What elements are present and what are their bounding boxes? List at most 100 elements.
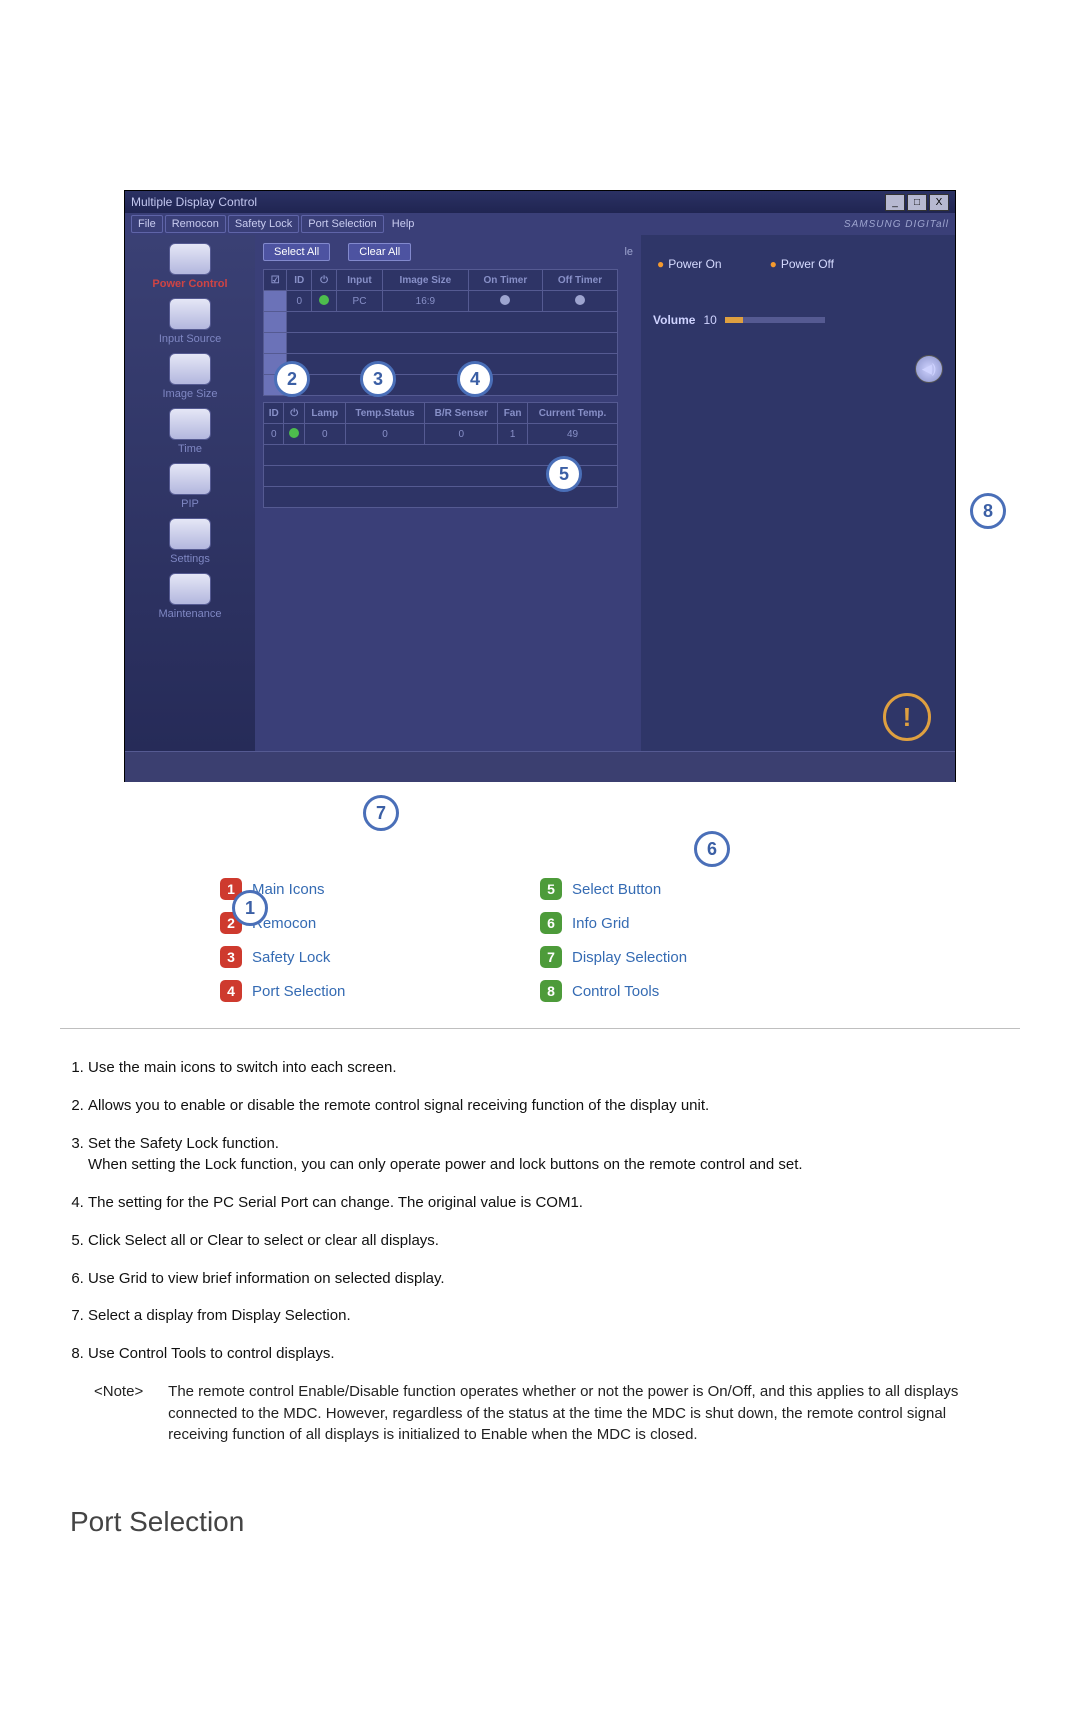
note-4: The setting for the PC Serial Port can c… [88, 1192, 1020, 1214]
sidebar-item-pip[interactable]: PIP [125, 463, 255, 510]
legend-select-button: Select Button [572, 881, 661, 898]
sidebar: Power Control Input Source Image Size Ti… [125, 235, 255, 751]
pip-icon [169, 463, 211, 495]
note-footnote: <Note> The remote control Enable/Disable… [94, 1381, 1020, 1446]
col-lamp: Lamp [304, 403, 345, 424]
badge-6: 6 [540, 912, 562, 934]
note-2: Allows you to enable or disable the remo… [88, 1095, 1020, 1117]
note-7: Select a display from Display Selection. [88, 1305, 1020, 1327]
notes-list: Use the main icons to switch into each s… [60, 1057, 1020, 1365]
badge-8: 8 [540, 980, 562, 1002]
menu-port-selection[interactable]: Port Selection [301, 215, 383, 233]
col-check: ☑ [264, 270, 287, 291]
sidebar-item-time[interactable]: Time [125, 408, 255, 455]
callout-8: 8 [970, 493, 1006, 529]
callout-7: 7 [363, 795, 399, 831]
select-all-button[interactable]: Select All [263, 243, 330, 261]
volume-value: 10 [703, 313, 716, 327]
title-bar: Multiple Display Control _ □ X [125, 191, 955, 213]
note-1: Use the main icons to switch into each s… [88, 1057, 1020, 1079]
clear-all-button[interactable]: Clear All [348, 243, 411, 261]
image-size-icon [169, 353, 211, 385]
close-button[interactable]: X [929, 194, 949, 211]
legend-display-selection: Display Selection [572, 949, 687, 966]
settings-icon [169, 518, 211, 550]
volume-label: Volume [653, 313, 695, 327]
menu-bar: File Remocon Safety Lock Port Selection … [125, 213, 955, 235]
callout-2: 2 [274, 361, 310, 397]
badge-3: 3 [220, 946, 242, 968]
badge-5: 5 [540, 878, 562, 900]
menu-remocon[interactable]: Remocon [165, 215, 226, 233]
col-current-temp: Current Temp. [528, 403, 618, 424]
note-label: <Note> [94, 1381, 164, 1403]
info-row[interactable]: 0 0 0 0 1 49 [264, 424, 618, 445]
sidebar-item-settings[interactable]: Settings [125, 518, 255, 565]
time-icon [169, 408, 211, 440]
note-8: Use Control Tools to control displays. [88, 1343, 1020, 1365]
sidebar-item-maintenance[interactable]: Maintenance [125, 573, 255, 620]
app-title: Multiple Display Control [131, 195, 257, 209]
sidebar-label: PIP [181, 498, 199, 510]
volume-slider[interactable] [725, 317, 825, 323]
timer-off-icon [500, 295, 510, 305]
sidebar-item-input-source[interactable]: Input Source [125, 298, 255, 345]
sidebar-label: Image Size [162, 388, 217, 400]
callout-1: 1 [232, 890, 268, 926]
col-power: ⏻ [312, 270, 337, 291]
control-tools-panel: ●Power On ●Power Off Volume 10 ◀) [641, 235, 955, 751]
sidebar-label: Maintenance [159, 608, 222, 620]
center-panel: Select All Clear All le ☑ ID ⏻ Input Ima… [255, 235, 641, 751]
sidebar-label: Time [178, 443, 202, 455]
section-title: Port Selection [70, 1506, 1020, 1538]
col-off-timer: Off Timer [542, 270, 617, 291]
legend-info-grid: Info Grid [572, 915, 630, 932]
power-on-button[interactable]: ●Power On [653, 255, 726, 273]
menu-help[interactable]: Help [386, 216, 421, 232]
menu-safety-lock[interactable]: Safety Lock [228, 215, 299, 233]
sidebar-label: Power Control [152, 278, 227, 290]
callout-6: 6 [694, 831, 730, 867]
minimize-button[interactable]: _ [885, 194, 905, 211]
table-row[interactable]: 0 PC 16:9 [264, 291, 618, 312]
legend-safety-lock: Safety Lock [252, 949, 330, 966]
legend-control-tools: Control Tools [572, 983, 659, 1000]
col-temp-status: Temp.Status [345, 403, 425, 424]
input-icon [169, 298, 211, 330]
sidebar-item-image-size[interactable]: Image Size [125, 353, 255, 400]
maintenance-icon [169, 573, 211, 605]
timer-off-icon [575, 295, 585, 305]
note-3: Set the Safety Lock function. When setti… [88, 1133, 1020, 1177]
menu-file[interactable]: File [131, 215, 163, 233]
divider [60, 1028, 1020, 1029]
callout-4: 4 [457, 361, 493, 397]
power-on-icon [319, 295, 329, 305]
callout-5: 5 [546, 456, 582, 492]
sidebar-label: Settings [170, 553, 210, 565]
legend-port-selection: Port Selection [252, 983, 345, 1000]
speaker-icon[interactable]: ◀) [915, 355, 943, 383]
power-icon [169, 243, 211, 275]
power-on-icon [289, 428, 299, 438]
app-window: Multiple Display Control _ □ X File Remo… [124, 190, 956, 782]
brand-label: SAMSUNG DIGITall [844, 219, 949, 230]
badge-4: 4 [220, 980, 242, 1002]
badge-7: 7 [540, 946, 562, 968]
legend: 1Main Icons 5Select Button 2Remocon 6Inf… [220, 872, 860, 1008]
col-input: Input [337, 270, 383, 291]
status-bar: ! [125, 751, 955, 782]
scroll-label: le [624, 246, 633, 258]
note-text: The remote control Enable/Disable functi… [168, 1381, 968, 1446]
info-grid: ID ⏻ Lamp Temp.Status B/R Senser Fan Cur… [263, 402, 618, 508]
note-5: Click Select all or Clear to select or c… [88, 1230, 1020, 1252]
maximize-button[interactable]: □ [907, 194, 927, 211]
col-on-timer: On Timer [468, 270, 542, 291]
sidebar-item-power-control[interactable]: Power Control [125, 243, 255, 290]
sidebar-label: Input Source [159, 333, 221, 345]
col-id: ID [287, 270, 312, 291]
display-table: ☑ ID ⏻ Input Image Size On Timer Off Tim… [263, 269, 618, 396]
power-off-button[interactable]: ●Power Off [766, 255, 838, 273]
warning-icon: ! [883, 693, 931, 741]
callout-3: 3 [360, 361, 396, 397]
col-power: ⏻ [284, 403, 304, 424]
